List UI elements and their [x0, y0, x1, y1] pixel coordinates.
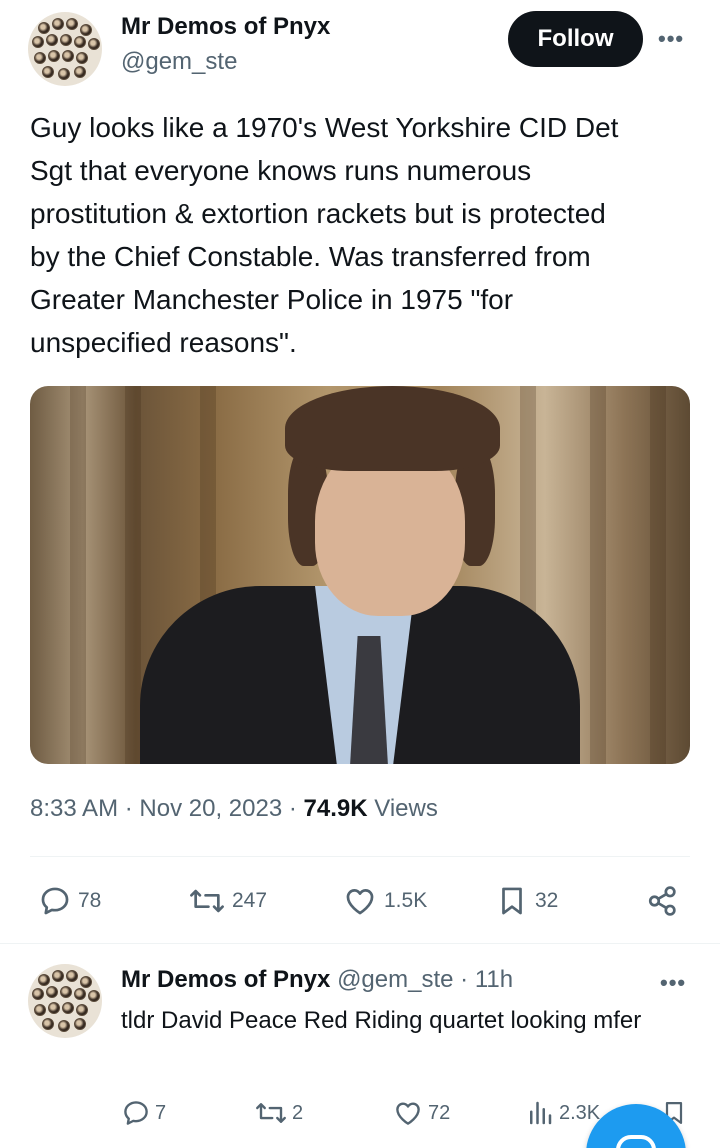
reply-icon [124, 1101, 148, 1125]
tweet-meta: 8:33 AM · Nov 20, 2023 · 74.9K Views [30, 795, 438, 823]
more-icon[interactable]: ••• [658, 26, 684, 52]
reply-text: tldr David Peace Red Riding quartet look… [121, 1007, 642, 1034]
reply-like-count: 72 [428, 1101, 451, 1124]
author-name[interactable]: Mr Demos of Pnyx [121, 13, 330, 41]
reply-age[interactable]: 11h [475, 966, 513, 993]
reply-separator: · [460, 966, 469, 993]
like-button[interactable]: 1.5K [342, 884, 427, 918]
tweet-image[interactable] [30, 386, 690, 764]
divider [0, 943, 720, 944]
divider [30, 856, 690, 857]
share-icon [648, 886, 676, 916]
meta-separator: · [288, 795, 297, 822]
repost-count: 247 [232, 889, 268, 912]
repost-button[interactable]: 247 [188, 884, 267, 918]
reply-more-icon[interactable]: ••• [660, 970, 686, 996]
reply-button[interactable]: 78 [38, 884, 101, 918]
analytics-icon [530, 1101, 552, 1125]
tweet-date[interactable]: Nov 20, 2023 [139, 795, 282, 822]
reply-icon [41, 887, 69, 915]
reply-repost-count: 2 [292, 1101, 304, 1124]
like-count: 1.5K [384, 889, 428, 912]
reply-author-avatar[interactable] [28, 964, 102, 1038]
reply-count: 78 [78, 889, 102, 912]
views-count: 74.9K [303, 795, 368, 822]
author-handle[interactable]: @gem_ste [121, 48, 237, 76]
reply-reply-count: 7 [155, 1101, 167, 1124]
repost-icon [256, 1103, 286, 1123]
heart-icon [396, 1102, 420, 1125]
reply-header: Mr Demos of Pnyx @gem_ste · 11h [121, 966, 513, 994]
follow-button[interactable]: Follow [508, 11, 643, 67]
bookmark-button[interactable]: 32 [495, 883, 558, 919]
author-avatar[interactable] [28, 12, 102, 86]
reply-like-button[interactable]: 72 [392, 1098, 450, 1128]
repost-icon [190, 889, 224, 913]
reply-reply-button[interactable]: 7 [121, 1098, 166, 1128]
bookmark-icon [502, 887, 522, 915]
reply-author-handle[interactable]: @gem_ste [337, 966, 453, 993]
share-button[interactable] [646, 883, 680, 919]
reply-repost-button[interactable]: 2 [254, 1098, 303, 1128]
views-label: Views [374, 795, 438, 822]
bookmark-count: 32 [535, 889, 559, 912]
meta-separator: · [124, 795, 133, 822]
reply-views-button[interactable]: 2.3K [525, 1098, 600, 1128]
heart-icon [346, 889, 374, 915]
reply-author-name[interactable]: Mr Demos of Pnyx [121, 966, 330, 993]
reply-views-count: 2.3K [559, 1101, 601, 1124]
tweet-time[interactable]: 8:33 AM [30, 795, 118, 822]
tweet-text: Guy looks like a 1970's West Yorkshire C… [30, 112, 619, 358]
